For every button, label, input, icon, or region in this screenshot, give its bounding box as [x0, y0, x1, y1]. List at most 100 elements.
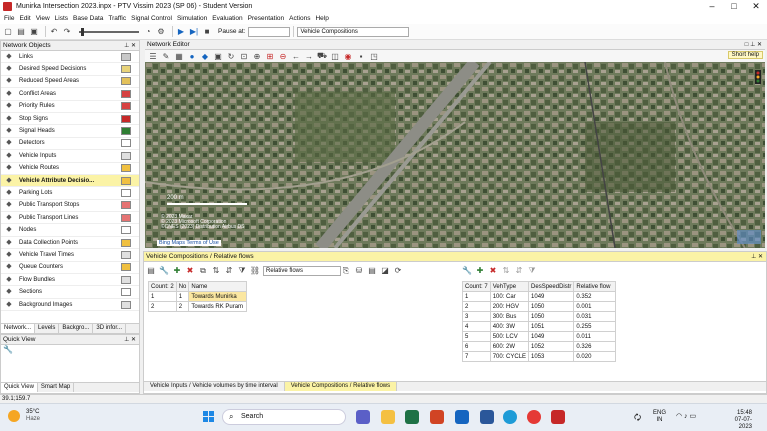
location-icon[interactable]: ◆ — [200, 51, 210, 61]
panel-window-icon[interactable]: □ ⊥ ✕ — [745, 41, 762, 48]
table-cell[interactable]: 0.352 — [573, 291, 617, 302]
table-cell[interactable]: 1 — [462, 291, 491, 302]
table-cell[interactable]: 1053 — [528, 351, 575, 362]
table-row[interactable]: 5 500: LCV 1049 0.011 — [462, 331, 617, 342]
save-icon[interactable]: ▣ — [29, 27, 39, 37]
close-button[interactable]: ✕ — [745, 0, 767, 13]
network-object-item[interactable]: ◆ Data Collection Points — [1, 237, 139, 250]
color-swatch[interactable] — [121, 250, 131, 259]
col-name[interactable]: Name — [188, 281, 248, 292]
table-cell[interactable]: 100: Car — [489, 291, 530, 302]
color-swatch[interactable] — [121, 127, 131, 136]
network-object-item[interactable]: ◆ Vehicle Routes — [1, 163, 139, 175]
add-icon[interactable]: ✚ — [172, 266, 182, 276]
network-object-item[interactable]: ◆ Signal Heads — [1, 125, 139, 138]
color-swatch[interactable] — [121, 89, 131, 98]
tab-levels[interactable]: Levels — [35, 324, 60, 333]
network-object-item[interactable]: ◆ Priority Rules — [1, 101, 139, 113]
wrench-icon[interactable]: 🔧 — [462, 266, 472, 276]
mail-icon[interactable] — [455, 410, 469, 424]
vissim-taskbar-icon[interactable] — [551, 410, 565, 424]
minimize-button[interactable]: – — [701, 0, 723, 13]
network-object-item[interactable]: ◆ Detectors — [1, 138, 139, 151]
table-row[interactable]: 2 2 Towards RK Puram — [148, 301, 248, 312]
table-cell[interactable]: 0.326 — [573, 341, 617, 352]
table-cell[interactable]: 4 — [462, 321, 491, 332]
table-cell[interactable]: 5 — [462, 331, 491, 342]
col-relative-flow[interactable]: Relative flow — [573, 281, 617, 292]
table-cell[interactable]: 1 — [175, 291, 190, 302]
color-swatch[interactable] — [121, 114, 131, 123]
forward-icon[interactable]: → — [304, 51, 314, 61]
edge-icon[interactable] — [503, 410, 517, 424]
col-count[interactable]: Count: 2 — [148, 281, 177, 292]
col-no[interactable]: No — [175, 281, 190, 292]
weather-icon[interactable] — [8, 410, 20, 422]
table-cell[interactable]: 1050 — [528, 301, 575, 312]
3d-view-icon[interactable]: ◫ — [330, 51, 340, 61]
tab-network[interactable]: Network... — [1, 324, 36, 333]
color-swatch[interactable] — [121, 213, 131, 222]
camera-icon[interactable]: ▪ — [356, 51, 366, 61]
color-swatch[interactable] — [121, 288, 131, 297]
tab-3d-info[interactable]: 3D infor... — [93, 324, 127, 333]
rotate-icon[interactable]: ↻ — [226, 51, 236, 61]
network-object-item[interactable]: ◆ Public Transport Lines — [1, 212, 139, 225]
network-object-item[interactable]: ◆ Vehicle Travel Times — [1, 249, 139, 262]
start-icon[interactable] — [203, 411, 214, 422]
table-row[interactable]: 7 700: CYCLE 1053 0.020 — [462, 351, 617, 362]
table-cell[interactable]: 1051 — [528, 321, 575, 332]
tab-quick-view[interactable]: Quick View — [1, 383, 38, 392]
color-swatch[interactable] — [121, 52, 131, 61]
list-select-dropdown[interactable]: Vehicle Compositions — [297, 26, 410, 37]
zoom-all-icon[interactable]: ⊞ — [265, 51, 275, 61]
tray-icons[interactable]: 🗘 — [634, 412, 641, 426]
undo-icon[interactable]: ↶ — [49, 27, 59, 37]
teams-icon[interactable] — [356, 410, 370, 424]
network-map[interactable]: 200 m © 2023 Maxar © 2023 Microsoft Corp… — [145, 62, 765, 248]
color-swatch[interactable] — [121, 226, 131, 235]
step-icon[interactable]: ▶| — [189, 27, 199, 37]
globe-icon[interactable]: ● — [187, 51, 197, 61]
simulation-speed-slider[interactable] — [79, 27, 139, 36]
delete-icon[interactable]: ✖ — [185, 266, 195, 276]
table-row[interactable]: 3 300: Bus 1050 0.031 — [462, 311, 617, 322]
tab-vehicle-compositions[interactable]: Vehicle Compositions / Relative flows — [284, 382, 398, 391]
redo-icon[interactable]: ↷ — [62, 27, 72, 37]
database-icon[interactable]: ⛁ — [354, 266, 364, 276]
settings-icon[interactable]: ⚙ — [156, 27, 166, 37]
table-row[interactable]: 2 200: HGV 1050 0.001 — [462, 301, 617, 312]
powerpoint-icon[interactable] — [430, 410, 444, 424]
word-icon[interactable] — [480, 410, 494, 424]
menu-traffic[interactable]: Traffic — [108, 15, 126, 22]
back-icon[interactable]: ← — [291, 51, 301, 61]
table-cell[interactable]: 2 — [148, 301, 177, 312]
language-indicator[interactable]: ENG IN — [653, 410, 666, 424]
pin-list-icon[interactable]: ◪ — [380, 266, 390, 276]
table-cell[interactable]: 6 — [462, 341, 491, 352]
sort-desc-icon[interactable]: ⇵ — [224, 266, 234, 276]
network-object-item[interactable]: ◆ Vehicle Attribute Decisio... — [1, 174, 139, 188]
menu-help[interactable]: Help — [315, 15, 328, 22]
col-count[interactable]: Count: 7 — [462, 281, 491, 292]
menu-file[interactable]: File — [4, 15, 14, 22]
table-cell[interactable]: 0.011 — [573, 331, 617, 342]
table-cell[interactable]: 300: Bus — [489, 311, 530, 322]
zoom-out-icon[interactable]: ⊖ — [278, 51, 288, 61]
list-icon[interactable]: ☰ — [148, 51, 158, 61]
table-cell[interactable]: 0.001 — [573, 301, 617, 312]
table-row[interactable]: 6 600: 2W 1052 0.326 — [462, 341, 617, 352]
table-row[interactable]: 1 100: Car 1049 0.352 — [462, 291, 617, 302]
menu-presentation[interactable]: Presentation — [248, 15, 285, 22]
pause-at-input[interactable] — [248, 26, 291, 37]
excel-icon[interactable] — [405, 410, 419, 424]
duplicate-icon[interactable]: ⧉ — [198, 266, 208, 276]
menu-simulation[interactable]: Simulation — [177, 15, 207, 22]
color-swatch[interactable] — [121, 188, 131, 197]
color-swatch[interactable] — [121, 65, 131, 74]
filter-icon[interactable]: ⧩ — [237, 266, 247, 276]
table-cell[interactable]: Towards RK Puram — [188, 301, 248, 312]
delete-icon[interactable]: ✖ — [488, 266, 498, 276]
panel-close-icon[interactable]: ⊥ ✕ — [124, 42, 136, 49]
network-object-item[interactable]: ◆ Parking Lots — [1, 187, 139, 200]
